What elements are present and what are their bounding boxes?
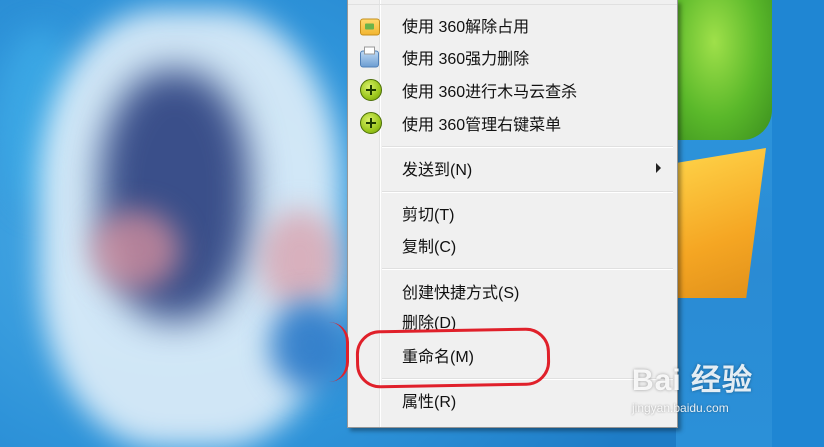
annotation-highlight-oval [355, 327, 551, 389]
menu-item-label: 使用 360强力删除 [402, 51, 530, 68]
menu-item-360-force-delete[interactable]: 使用 360强力删除 [350, 42, 675, 72]
watermark-logo: Bai 经验 [632, 364, 754, 397]
baidu-jingyan-watermark: Bai 经验 jingyan.baidu.com [632, 355, 812, 425]
menu-item-label: 使用 360解除占用 [402, 19, 530, 36]
submenu-arrow-icon [656, 163, 661, 173]
blurred-region [90, 210, 180, 290]
shredder-icon [360, 46, 379, 68]
menu-item-label: 发送到(N) [402, 162, 473, 179]
menu-item-label: 使用 360进行木马云查杀 [402, 84, 578, 101]
watermark-url: jingyan.baidu.com [632, 401, 729, 415]
menu-item-send-to[interactable]: 发送到(N) [350, 153, 675, 183]
menu-separator [382, 191, 673, 193]
360-plus-icon [360, 79, 382, 101]
menu-item-label: 创建快捷方式(S) [402, 285, 520, 302]
menu-separator [348, 4, 677, 5]
menu-separator [382, 268, 673, 270]
menu-item-label: 使用 360管理右键菜单 [402, 117, 562, 134]
blurred-region [260, 210, 340, 310]
360-plus-icon [360, 112, 382, 134]
menu-item-label: 属性(R) [402, 394, 457, 411]
menu-item-360-unlock[interactable]: 使用 360解除占用 [350, 10, 675, 40]
menu-item-copy[interactable]: 复制(C) [350, 230, 675, 260]
menu-item-create-shortcut[interactable]: 创建快捷方式(S) [350, 276, 675, 306]
menu-item-360-trojan-scan[interactable]: 使用 360进行木马云查杀 [350, 75, 675, 105]
menu-item-properties[interactable]: 属性(R) [350, 385, 675, 415]
annotation-arc [326, 322, 349, 382]
menu-item-cut[interactable]: 剪切(T) [350, 198, 675, 228]
menu-separator [382, 146, 673, 148]
menu-item-label: 剪切(T) [402, 207, 455, 224]
menu-item-label: 复制(C) [402, 239, 457, 256]
menu-item-360-manage-menu[interactable]: 使用 360管理右键菜单 [350, 108, 675, 138]
windows-logo-green-pane [676, 0, 772, 140]
folder-unlock-icon [360, 18, 380, 36]
